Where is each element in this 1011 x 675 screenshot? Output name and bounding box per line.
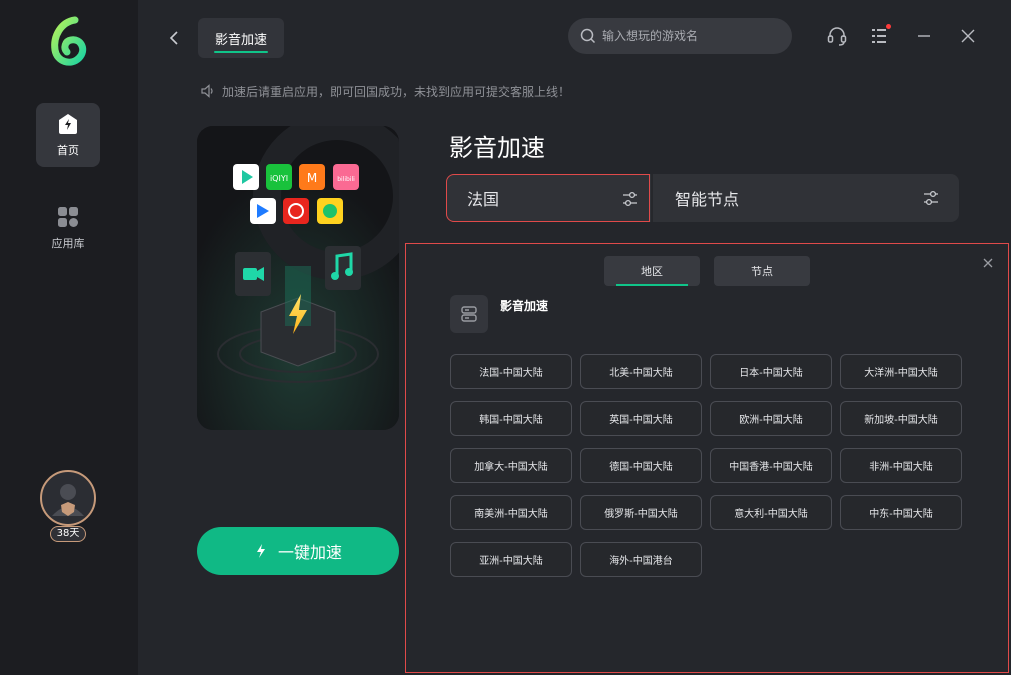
selector-divider [651, 174, 653, 222]
tab-node[interactable]: 节点 [714, 256, 810, 286]
sidebar-item-home[interactable]: 首页 [36, 103, 100, 167]
close-icon [961, 29, 975, 43]
region-option[interactable]: 德国-中国大陆 [580, 448, 702, 483]
user-avatar[interactable]: 38天 [36, 468, 100, 546]
region-option[interactable]: 意大利-中国大陆 [710, 495, 832, 530]
sidebar-item-app-library[interactable]: 应用库 [36, 196, 100, 260]
sidebar: 首页 应用库 38天 [0, 0, 138, 675]
game-name: 影音加速 [500, 299, 549, 313]
member-days-badge: 38天 [50, 526, 86, 542]
region-option[interactable]: 亚洲-中国大陆 [450, 542, 572, 577]
region-option[interactable]: 非洲-中国大陆 [840, 448, 962, 483]
one-click-accelerate-button[interactable]: 一键加速 [197, 527, 399, 575]
customer-service-button[interactable] [825, 24, 849, 48]
menu-list-icon [872, 29, 886, 43]
speaker-icon [201, 84, 213, 98]
adjust-settings-icon [924, 190, 938, 206]
accelerate-label: 一键加速 [277, 543, 342, 562]
svg-text:M: M [307, 171, 317, 185]
region-value: 法国 [467, 190, 500, 209]
tab-region[interactable]: 地区 [604, 256, 700, 286]
region-option[interactable]: 南美洲-中国大陆 [450, 495, 572, 530]
avatar[interactable] [40, 470, 96, 526]
region-option[interactable]: 日本-中国大陆 [710, 354, 832, 389]
region-dropdown-panel: 地区 节点 影音加速 法国-中国大陆 北美-中国大陆 日本-中国大陆 大洋洲-中国大陆… [405, 243, 1009, 673]
region-selector[interactable]: 法国 [446, 174, 650, 222]
minimize-icon [918, 35, 930, 37]
chevron-left-icon [169, 31, 178, 45]
dropdown-close-button[interactable] [982, 254, 996, 268]
notification-dot [886, 24, 891, 29]
menu-button[interactable] [868, 24, 892, 48]
grid-apps-icon [56, 205, 80, 229]
lightning-icon [256, 544, 265, 558]
notice-bar: 加速后请重启应用，即可回国成功，未找到应用可提交客服上线！ [200, 82, 570, 100]
region-option[interactable]: 中东-中国大陆 [840, 495, 962, 530]
node-value: 智能节点 [675, 190, 740, 209]
region-list: 法国-中国大陆 北美-中国大陆 日本-中国大陆 大洋洲-中国大陆韩国-中国大陆 英国-中… [450, 354, 962, 577]
headset-support-icon [827, 27, 847, 46]
region-option[interactable]: 海外-中国港台 [580, 542, 702, 577]
region-option[interactable]: 大洋洲-中国大陆 [840, 354, 962, 389]
region-option[interactable]: 北美-中国大陆 [580, 354, 702, 389]
close-icon [983, 258, 993, 268]
game-icon [450, 295, 488, 333]
minimize-button[interactable] [912, 24, 936, 48]
svg-text:bilibili: bilibili [337, 176, 355, 183]
sidebar-item-label: 应用库 [51, 237, 85, 250]
page-title: 影音加速 [449, 134, 545, 162]
sidebar-item-label: 首页 [57, 144, 79, 157]
server-icon [461, 306, 477, 322]
search-input[interactable] [602, 29, 772, 43]
region-option[interactable]: 韩国-中国大陆 [450, 401, 572, 436]
region-option[interactable]: 法国-中国大陆 [450, 354, 572, 389]
node-selector[interactable]: 智能节点 [654, 174, 959, 222]
region-option[interactable]: 英国-中国大陆 [580, 401, 702, 436]
region-option[interactable]: 加拿大-中国大陆 [450, 448, 572, 483]
app-illustration: iQIYI M bilibili [197, 126, 399, 430]
region-option[interactable]: 新加坡-中国大陆 [840, 401, 962, 436]
dropdown-tabs: 地区 节点 [604, 256, 810, 286]
svg-text:iQIYI: iQIYI [270, 174, 288, 183]
back-button[interactable] [164, 26, 184, 50]
home-lightning-icon [56, 112, 80, 136]
selector-row: 法国 智能节点 [446, 174, 959, 222]
app-logo-icon [47, 16, 91, 68]
adjust-settings-icon [623, 191, 637, 207]
tab-video-acceleration[interactable]: 影音加速 [198, 18, 284, 58]
search-bar[interactable] [568, 18, 792, 54]
region-option[interactable]: 俄罗斯-中国大陆 [580, 495, 702, 530]
notice-text: 加速后请重启应用，即可回国成功，未找到应用可提交客服上线！ [222, 84, 571, 99]
search-icon [580, 28, 596, 44]
region-option[interactable]: 中国香港-中国大陆 [710, 448, 832, 483]
region-option[interactable]: 欧洲-中国大陆 [710, 401, 832, 436]
close-button[interactable] [956, 24, 980, 48]
